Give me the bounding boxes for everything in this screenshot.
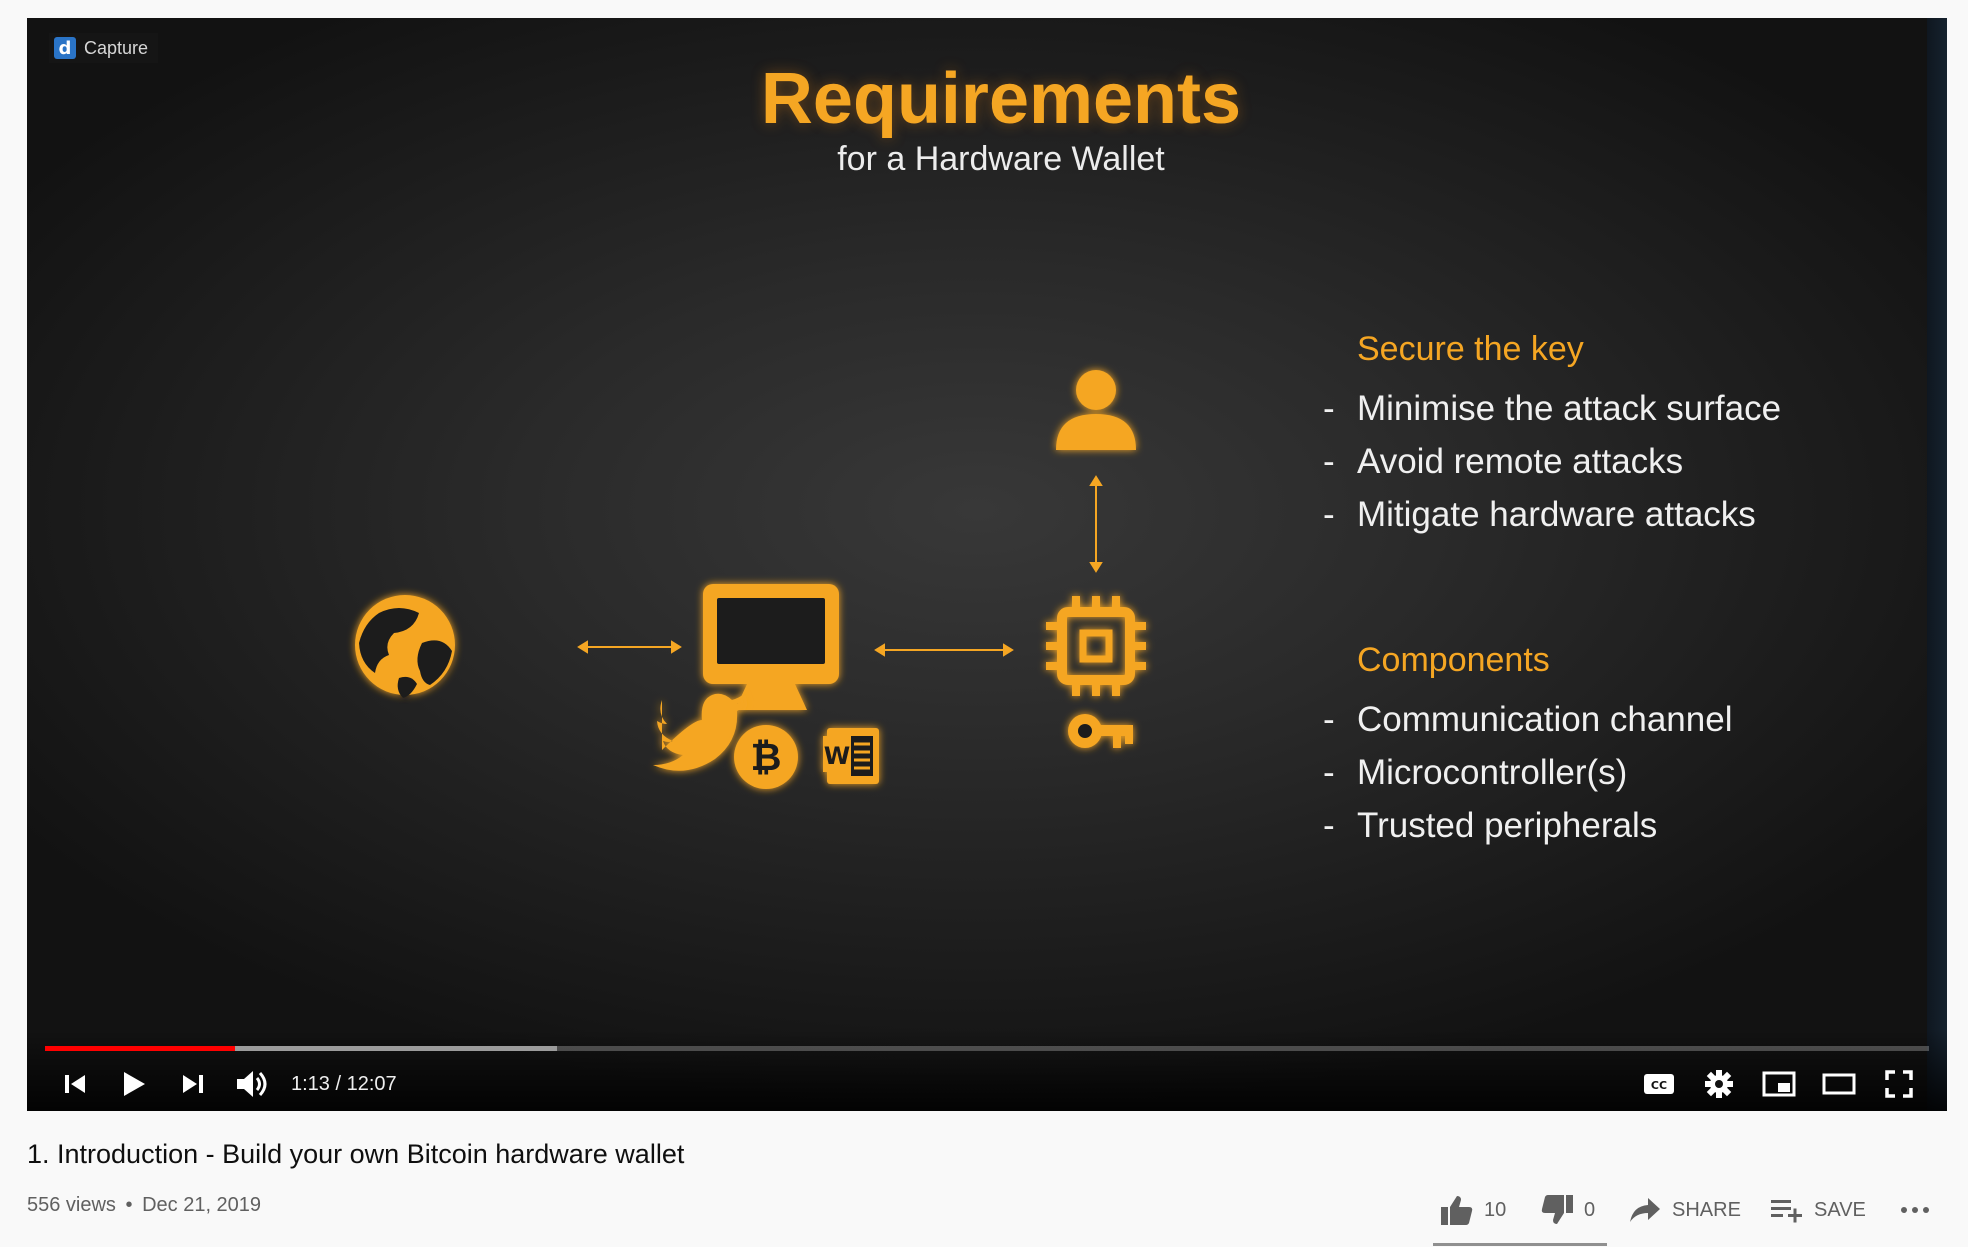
arrow-globe-monitor xyxy=(577,640,682,654)
theater-mode-button[interactable] xyxy=(1819,1064,1859,1104)
bullet-item: - Microcontroller(s) xyxy=(1323,753,1628,792)
miniplayer-button[interactable] xyxy=(1759,1064,1799,1104)
key-icon xyxy=(1068,714,1133,748)
bullet-item: - Avoid remote attacks xyxy=(1323,442,1684,481)
like-ratio-bar xyxy=(1433,1243,1607,1246)
video-meta: 556 views • Dec 21, 2019 xyxy=(27,1194,261,1217)
progress-played xyxy=(45,1046,236,1051)
chip-icon xyxy=(1046,596,1146,696)
twitter-icon xyxy=(653,693,747,771)
upload-date: Dec 21, 2019 xyxy=(142,1194,262,1216)
bullet-item: - Trusted peripherals xyxy=(1323,806,1658,845)
meta-separator: • xyxy=(125,1194,133,1216)
svg-text:W: W xyxy=(824,742,850,770)
captions-button[interactable]: CC xyxy=(1639,1064,1679,1104)
globe-icon xyxy=(355,595,455,698)
progress-bar[interactable] xyxy=(45,1046,1929,1051)
section-heading-secure: Secure the key xyxy=(1357,330,1584,368)
fullscreen-button[interactable] xyxy=(1879,1064,1919,1104)
page-top-strip xyxy=(0,0,1968,18)
video-title: 1. Introduction - Build your own Bitcoin… xyxy=(27,1139,685,1169)
save-label: SAVE xyxy=(1814,1198,1866,1221)
bullet-item: - Minimise the attack surface xyxy=(1323,389,1782,428)
playlist-add-icon xyxy=(1771,1200,1802,1223)
video-player[interactable]: d Capture Requirements for a Hardware Wa… xyxy=(27,18,1947,1111)
thumbs-down-icon xyxy=(1541,1195,1573,1224)
settings-button[interactable] xyxy=(1699,1064,1739,1104)
more-actions-button[interactable] xyxy=(1900,1205,1930,1215)
save-button[interactable]: SAVE xyxy=(1770,1196,1866,1224)
user-icon xyxy=(1056,370,1136,450)
previous-icon xyxy=(65,1075,85,1093)
arrow-monitor-chip xyxy=(874,643,1014,657)
fullscreen-icon xyxy=(1885,1070,1913,1098)
bullet-item: - Communication channel xyxy=(1323,700,1733,739)
previous-button[interactable] xyxy=(55,1064,95,1104)
theater-icon xyxy=(1822,1073,1856,1095)
volume-icon xyxy=(237,1071,267,1097)
share-label: SHARE xyxy=(1672,1198,1741,1221)
like-button[interactable]: 10 xyxy=(1440,1194,1506,1226)
volume-button[interactable] xyxy=(231,1064,271,1104)
bitcoin-icon: ₿ xyxy=(734,725,798,789)
dislike-button[interactable]: 0 xyxy=(1540,1194,1595,1226)
arrow-user-chip xyxy=(1089,475,1103,573)
miniplayer-icon xyxy=(1762,1071,1796,1097)
like-count: 10 xyxy=(1484,1198,1507,1221)
play-icon xyxy=(124,1072,145,1096)
view-count: 556 views xyxy=(27,1194,116,1216)
player-right-edge xyxy=(1927,18,1947,1111)
play-button[interactable] xyxy=(113,1064,153,1104)
monitor-icon xyxy=(703,584,839,710)
svg-text:₿: ₿ xyxy=(751,735,782,779)
more-horizontal-icon xyxy=(1901,1207,1929,1213)
time-display: 1:13 / 12:07 xyxy=(291,1073,397,1095)
section-heading-components: Components xyxy=(1357,641,1550,679)
bullet-item: - Mitigate hardware attacks xyxy=(1323,495,1756,534)
captions-icon: CC xyxy=(1644,1074,1674,1094)
share-icon xyxy=(1630,1198,1660,1222)
settings-icon xyxy=(1705,1070,1733,1098)
player-controls: 1:13 / 12:07 CC xyxy=(27,1030,1947,1111)
share-button[interactable]: SHARE xyxy=(1628,1196,1741,1224)
dislike-count: 0 xyxy=(1584,1198,1596,1221)
svg-text:CC: CC xyxy=(1651,1079,1667,1092)
next-icon xyxy=(183,1075,203,1093)
video-frame-slide: d Capture Requirements for a Hardware Wa… xyxy=(27,18,1927,1111)
next-button[interactable] xyxy=(173,1064,213,1104)
like-ratio-fill xyxy=(1433,1243,1607,1246)
thumbs-up-icon xyxy=(1441,1196,1473,1225)
word-icon: W xyxy=(823,728,879,784)
